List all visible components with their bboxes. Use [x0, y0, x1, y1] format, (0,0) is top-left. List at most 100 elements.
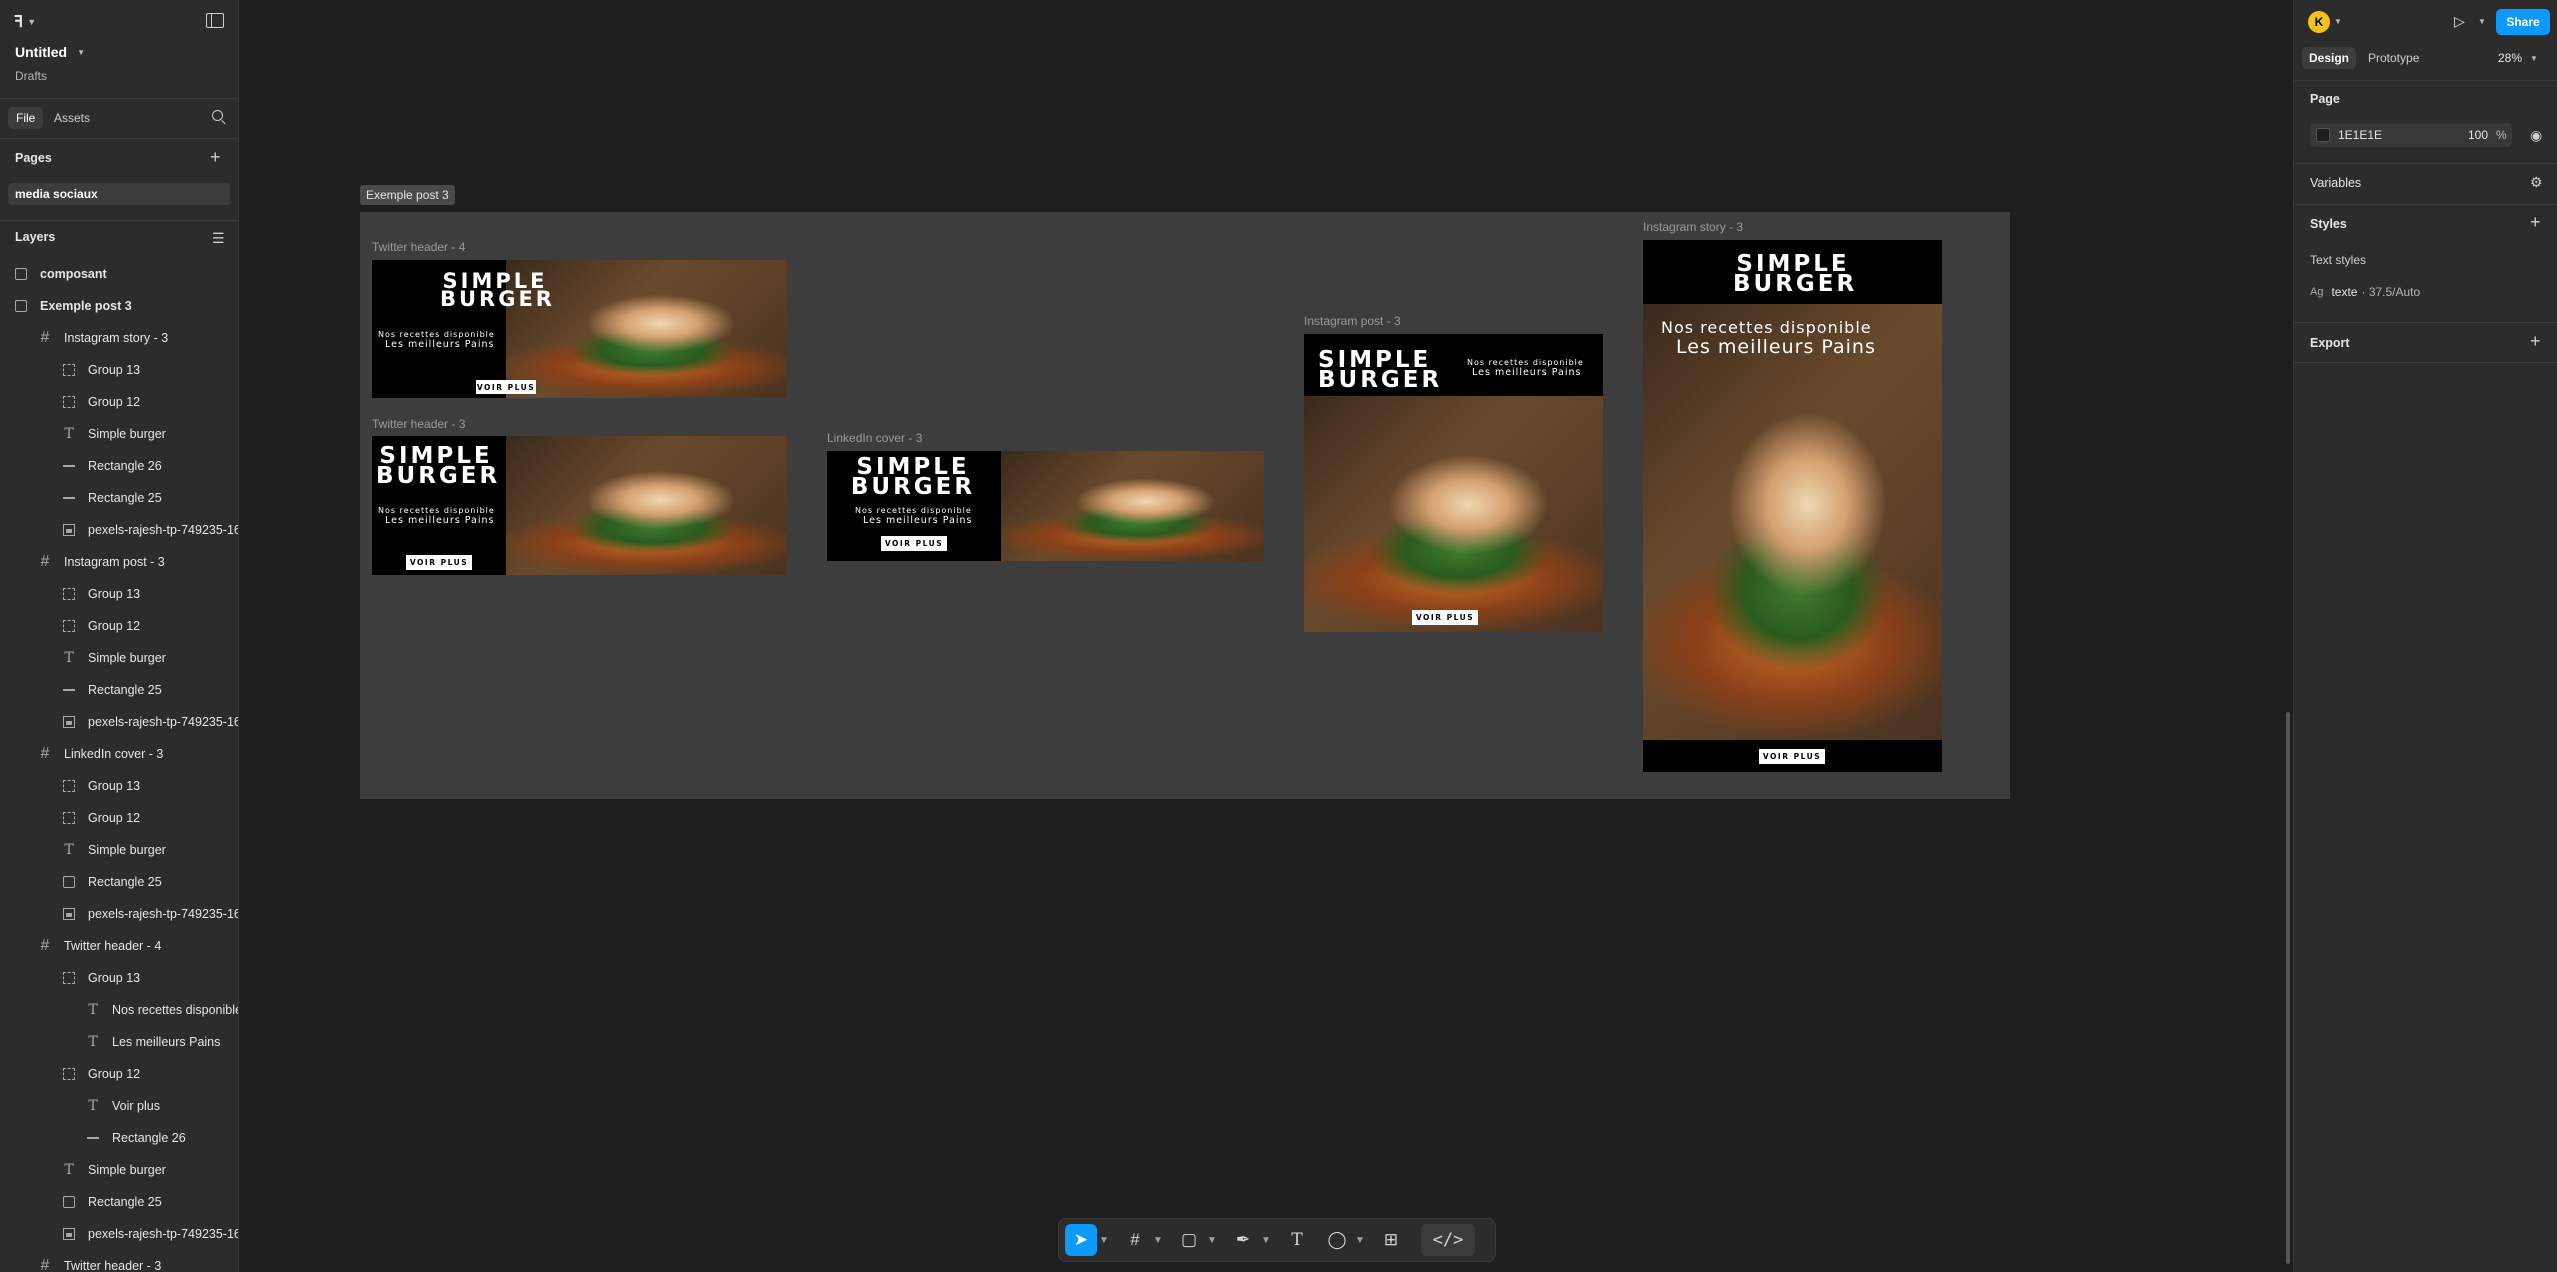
post-linkedin-cover-3[interactable]: SIMPLE BURGER Nos recettes disponible Le… — [827, 451, 1264, 561]
present-button[interactable]: ▷ — [2454, 13, 2465, 30]
layer-row[interactable]: Exemple post 3 — [0, 290, 238, 322]
layer-row[interactable]: Group 12 — [0, 802, 238, 834]
text-layer-icon: T — [64, 842, 74, 858]
layer-row[interactable]: # Twitter header - 4 — [0, 930, 238, 962]
frame-tool-button[interactable]: # — [1119, 1224, 1151, 1256]
text-style-item[interactable]: Ag texte · 37.5/Auto — [2310, 285, 2420, 299]
present-menu-chevron-icon[interactable]: ▼ — [2478, 17, 2486, 26]
brand-line-2: BURGER — [1318, 367, 1443, 394]
frame-label-instagram-story-3[interactable]: Instagram story - 3 — [1643, 220, 1743, 234]
layer-row[interactable]: T Simple burger — [0, 1154, 238, 1186]
post-instagram-story-3[interactable]: SIMPLE BURGER Nos recettes disponible Le… — [1643, 240, 1942, 772]
layer-row[interactable]: # Instagram post - 3 — [0, 546, 238, 578]
main-menu-button[interactable]: ꟻ ▼ — [14, 12, 36, 32]
zoom-dropdown[interactable]: 28% ▼ — [2498, 51, 2538, 65]
add-export-button[interactable]: + — [2530, 331, 2541, 352]
section-label[interactable]: Exemple post 3 — [360, 185, 455, 205]
tab-file[interactable]: File — [8, 107, 44, 129]
layer-row[interactable]: composant — [0, 258, 238, 290]
layer-row[interactable]: T Simple burger — [0, 834, 238, 866]
layer-label: Nos recettes disponible — [112, 1003, 239, 1017]
frame-label-linkedin-3[interactable]: LinkedIn cover - 3 — [827, 431, 922, 445]
layer-row[interactable]: pexels-rajesh-tp-749235-163 — [0, 706, 238, 738]
layer-row[interactable]: T Nos recettes disponible — [0, 994, 238, 1026]
layers-options-button[interactable]: ☰ — [212, 230, 225, 247]
section-label-text: Exemple post 3 — [366, 188, 449, 202]
layer-row[interactable]: Group 13 — [0, 354, 238, 386]
project-name[interactable]: Drafts — [15, 69, 47, 83]
layer-row[interactable]: Rectangle 26 — [0, 450, 238, 482]
chevron-down-icon[interactable]: ▼ — [2334, 17, 2342, 26]
post-instagram-post-3[interactable]: SIMPLE BURGER Nos recettes disponible Le… — [1304, 334, 1603, 632]
post-twitter-header-3[interactable]: SIMPLE BURGER Nos recettes disponible Le… — [372, 436, 787, 575]
frame-label-instagram-post-3[interactable]: Instagram post - 3 — [1304, 314, 1401, 328]
layer-row[interactable]: T Voir plus — [0, 1090, 238, 1122]
layer-row[interactable]: Rectangle 25 — [0, 866, 238, 898]
page-color-swatch[interactable] — [2316, 128, 2330, 142]
variables-title[interactable]: Variables — [2310, 176, 2361, 190]
layer-row[interactable]: Rectangle 25 — [0, 674, 238, 706]
layer-row[interactable]: Rectangle 25 — [0, 1186, 238, 1218]
layer-row[interactable]: # LinkedIn cover - 3 — [0, 738, 238, 770]
layer-row[interactable]: Group 13 — [0, 770, 238, 802]
page-item-media-sociaux[interactable]: media sociaux — [8, 183, 230, 205]
add-style-button[interactable]: + — [2530, 212, 2541, 233]
layer-row[interactable]: # Twitter header - 3 — [0, 1250, 238, 1272]
layer-row[interactable]: T Simple burger — [0, 642, 238, 674]
tab-design[interactable]: Design — [2302, 47, 2357, 69]
list-settings-icon: ☰ — [212, 230, 225, 246]
post-twitter-header-4[interactable]: SIMPLE BURGER Nos recettes disponible Le… — [372, 260, 787, 398]
comment-tool-menu[interactable]: ▼ — [1353, 1235, 1367, 1246]
pen-tool-menu[interactable]: ▼ — [1259, 1235, 1273, 1246]
page-color-field[interactable]: 1E1E1E 100 % — [2310, 123, 2512, 147]
move-tool-menu[interactable]: ▼ — [1097, 1235, 1111, 1246]
file-title[interactable]: Untitled ▼ — [15, 44, 85, 60]
share-button[interactable]: Share — [2496, 9, 2550, 35]
layer-row[interactable]: Group 13 — [0, 962, 238, 994]
actions-button[interactable]: ⊞ — [1375, 1224, 1407, 1256]
layer-row[interactable]: Group 12 — [0, 1058, 238, 1090]
toggle-sidebar-button[interactable] — [206, 13, 224, 28]
move-tool-button[interactable]: ➤ — [1065, 1224, 1097, 1256]
tagline-1: Nos recettes disponible — [378, 330, 495, 339]
tagline-2: Les meilleurs Pains — [1676, 336, 1876, 358]
layer-row[interactable]: T Les meilleurs Pains — [0, 1026, 238, 1058]
variables-settings-button[interactable]: ⚙ — [2530, 174, 2543, 191]
canvas-scrollbar[interactable] — [2286, 712, 2290, 1264]
layer-row[interactable]: pexels-rajesh-tp-749235-163 — [0, 514, 238, 546]
group-icon — [63, 588, 75, 600]
page-color-hex[interactable]: 1E1E1E — [2338, 128, 2458, 142]
frame-label-twitter-3[interactable]: Twitter header - 3 — [372, 417, 465, 431]
layer-row[interactable]: Group 12 — [0, 386, 238, 418]
frame-tool-menu[interactable]: ▼ — [1151, 1235, 1165, 1246]
user-avatar[interactable]: K — [2308, 11, 2330, 33]
frame-label-twitter-4[interactable]: Twitter header - 4 — [372, 240, 465, 254]
sidebar-divider — [0, 220, 238, 221]
tagline-1: Nos recettes disponible — [378, 506, 495, 515]
layer-row[interactable]: pexels-rajesh-tp-749235-163 — [0, 1218, 238, 1250]
layer-row[interactable]: pexels-rajesh-tp-749235-163 — [0, 898, 238, 930]
dev-mode-toggle[interactable]: </> — [1421, 1224, 1475, 1256]
rectangle-tool-menu[interactable]: ▼ — [1205, 1235, 1219, 1246]
tagline-2: Les meilleurs Pains — [385, 515, 495, 526]
layer-row[interactable]: Rectangle 25 — [0, 482, 238, 514]
canvas[interactable]: Exemple post 3 Twitter header - 4 SIMPLE… — [239, 0, 2293, 1272]
add-page-button[interactable]: + — [210, 147, 221, 168]
search-layers-button[interactable] — [212, 110, 226, 125]
text-tool-button[interactable]: T — [1281, 1224, 1313, 1256]
layer-row[interactable]: Rectangle 26 — [0, 1122, 238, 1154]
sidebar-panel-icon — [211, 14, 212, 27]
layer-row[interactable]: Group 12 — [0, 610, 238, 642]
comment-tool-button[interactable]: ◯ — [1321, 1224, 1353, 1256]
layer-row[interactable]: # Instagram story - 3 — [0, 322, 238, 354]
tab-assets[interactable]: Assets — [46, 107, 98, 129]
rectangle-tool-button[interactable]: ▢ — [1173, 1224, 1205, 1256]
layer-row[interactable]: Group 13 — [0, 578, 238, 610]
pen-tool-button[interactable]: ✒ — [1227, 1224, 1259, 1256]
tab-prototype[interactable]: Prototype — [2361, 47, 2426, 69]
layer-label: Instagram story - 3 — [64, 331, 169, 345]
toggle-visibility-button[interactable]: ◉ — [2530, 127, 2542, 144]
line-icon — [87, 1137, 99, 1139]
layer-row[interactable]: T Simple burger — [0, 418, 238, 450]
page-opacity-value[interactable]: 100 — [2458, 128, 2488, 142]
